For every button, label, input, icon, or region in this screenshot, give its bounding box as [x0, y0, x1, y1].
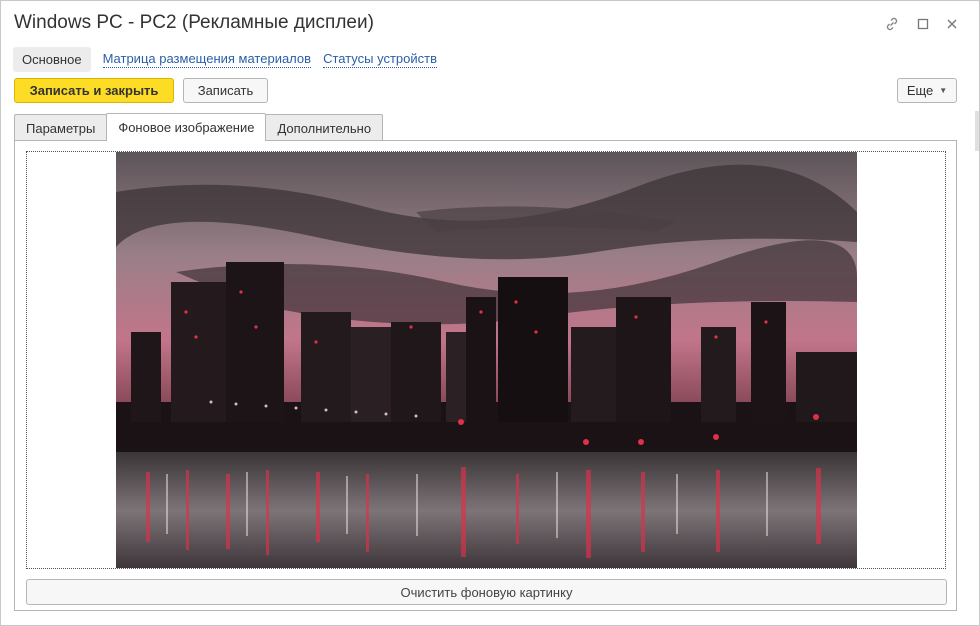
chevron-down-icon: ▼: [939, 86, 948, 95]
close-icon[interactable]: [942, 14, 962, 34]
form-window: Windows PC - PC2 (Рекламные дисплеи) Осн…: [0, 0, 980, 626]
form-navigation: Основное Матрица размещения материалов С…: [13, 46, 438, 73]
link-icon[interactable]: [882, 14, 902, 34]
tab-background-image[interactable]: Фоновое изображение: [106, 113, 267, 141]
tab-panel-background: Очистить фоновую картинку: [14, 140, 957, 611]
nav-item-placement-matrix[interactable]: Матрица размещения материалов: [102, 51, 312, 68]
save-button[interactable]: Записать: [183, 78, 268, 103]
tab-additional[interactable]: Дополнительно: [265, 114, 384, 141]
save-and-close-button[interactable]: Записать и закрыть: [14, 78, 174, 103]
window-title: Windows PC - PC2 (Рекламные дисплеи): [14, 12, 374, 33]
clear-background-image-button[interactable]: Очистить фоновую картинку: [26, 579, 947, 605]
city-night-image: [116, 152, 857, 568]
maximize-icon[interactable]: [913, 14, 933, 34]
tab-bar: Параметры Фоновое изображение Дополнител…: [14, 113, 384, 141]
nav-item-device-statuses[interactable]: Статусы устройств: [323, 51, 438, 68]
nav-item-main[interactable]: Основное: [13, 47, 91, 72]
more-button-label: Еще: [906, 83, 934, 98]
scrollbar[interactable]: [975, 111, 979, 151]
background-image-field[interactable]: [26, 151, 946, 569]
more-button[interactable]: Еще ▼: [897, 78, 957, 103]
tab-parameters[interactable]: Параметры: [14, 114, 108, 141]
